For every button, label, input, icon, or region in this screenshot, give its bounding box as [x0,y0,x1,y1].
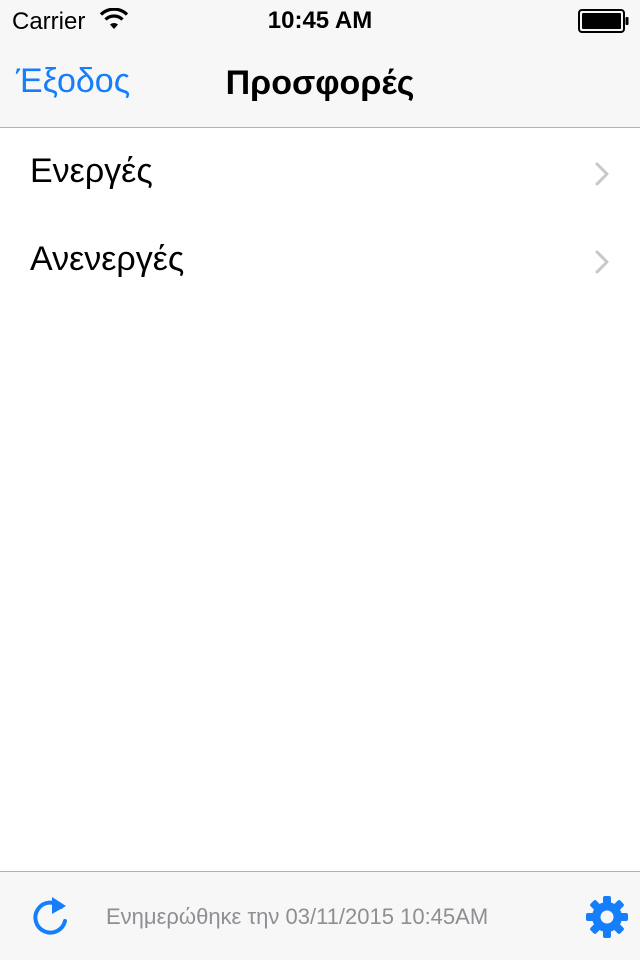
last-updated-text: Ενημερώθηκε την 03/11/2015 10:45AM [106,904,489,929]
list-item-label: Ανενεργές [30,240,185,278]
gear-icon[interactable] [585,895,629,939]
status-time: 10:45 AM [267,7,373,34]
refresh-icon[interactable] [28,894,72,940]
navigation-bar: Έξοδος Προσφορές [0,40,640,128]
offers-list: Ενεργές Ανενεργές [0,129,640,305]
status-bar: Carrier 10:45 AM [0,0,640,40]
chevron-right-icon [595,162,609,186]
list-item-active[interactable]: Ενεργές [0,129,640,217]
battery-icon [578,9,629,33]
bottom-toolbar: Ενημερώθηκε την 03/11/2015 10:45AM [0,871,640,960]
list-item-inactive[interactable]: Ανενεργές [0,217,640,305]
page-title: Προσφορές [225,64,415,102]
list-item-label: Ενεργές [30,152,153,190]
chevron-right-icon [595,250,609,274]
